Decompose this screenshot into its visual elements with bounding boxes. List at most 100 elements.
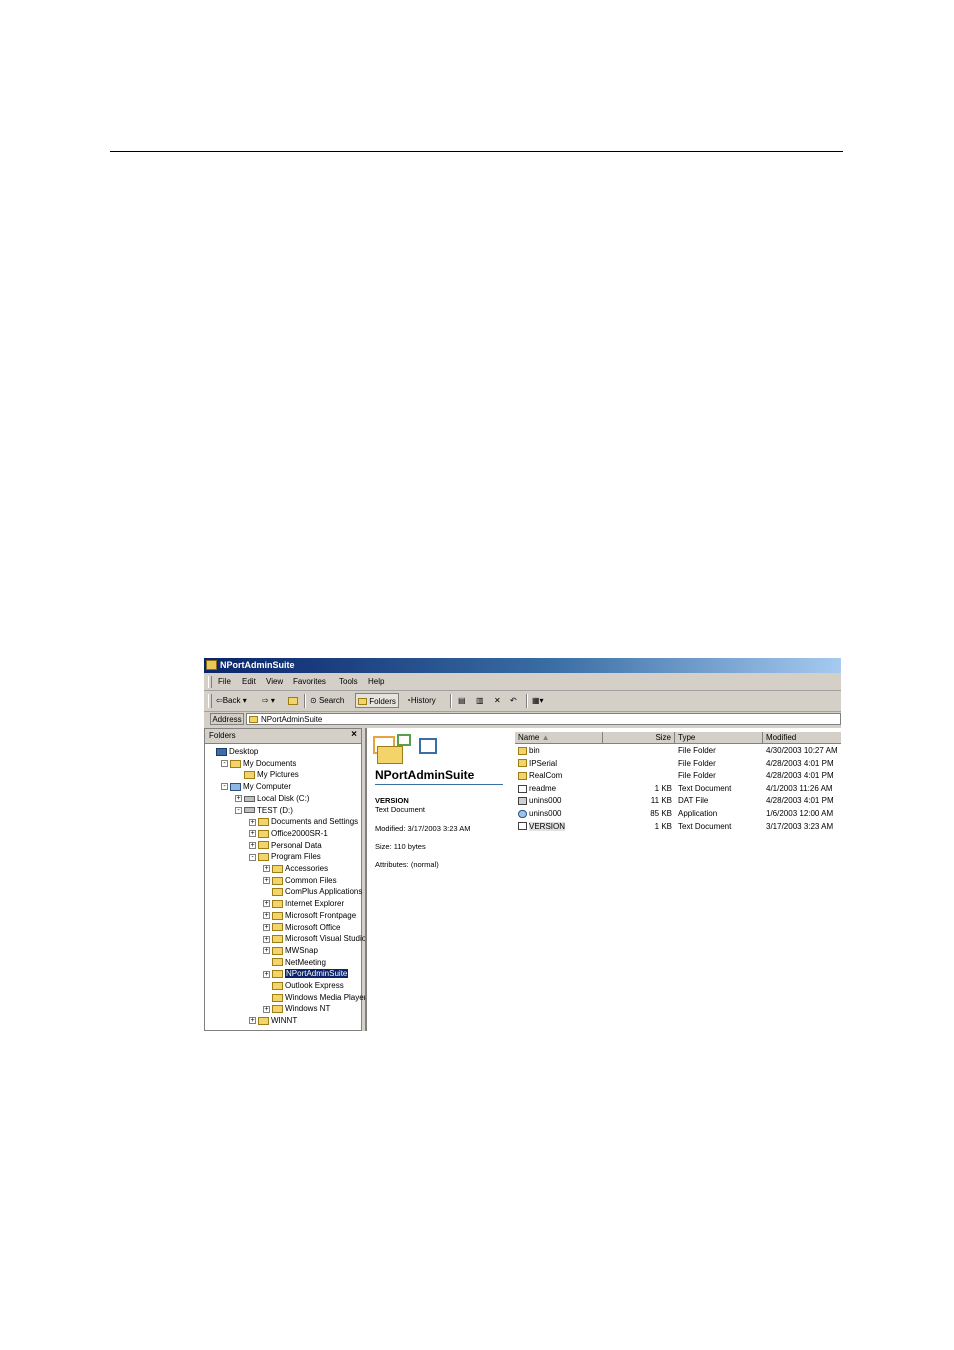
- tree-item[interactable]: ComPlus Applications: [263, 886, 362, 897]
- title-bar[interactable]: NPortAdminSuite: [204, 658, 841, 673]
- expand-icon[interactable]: +: [263, 970, 270, 978]
- column-header-modified[interactable]: Modified: [763, 732, 841, 744]
- expand-icon[interactable]: +: [263, 947, 270, 955]
- tree-item[interactable]: Outlook Express: [263, 980, 344, 991]
- tree-item[interactable]: + Personal Data: [249, 840, 322, 851]
- folder-icon: [518, 772, 527, 781]
- views-button[interactable]: ▦▾: [532, 695, 544, 707]
- collapse-icon[interactable]: -: [249, 853, 256, 861]
- tree-item[interactable]: + Microsoft Frontpage: [263, 910, 356, 921]
- expand-icon[interactable]: +: [249, 830, 256, 838]
- menu-view[interactable]: View: [266, 677, 283, 686]
- tree-item[interactable]: + NPortAdminSuite: [263, 968, 349, 979]
- tree-item-label: Windows Media Player: [285, 992, 367, 1002]
- file-row[interactable]: RealCom File Folder 4/28/2003 4:01 PM: [515, 770, 841, 782]
- toolbar-separator: [526, 694, 528, 708]
- menu-favorites[interactable]: Favorites: [293, 677, 326, 686]
- file-row[interactable]: IPSerial File Folder 4/28/2003 4:01 PM: [515, 758, 841, 770]
- tree-item[interactable]: + Windows NT: [263, 1003, 330, 1014]
- expand-icon[interactable]: +: [263, 877, 270, 885]
- expand-icon[interactable]: +: [263, 900, 270, 908]
- column-header-type[interactable]: Type: [675, 732, 763, 744]
- search-button[interactable]: ⊙ Search: [310, 695, 344, 707]
- file-name-cell: RealCom: [518, 770, 562, 782]
- move-to-button[interactable]: ▤: [458, 695, 466, 707]
- file-name: bin: [529, 746, 540, 755]
- expand-icon[interactable]: +: [263, 923, 270, 931]
- tree-item[interactable]: + WINNT: [249, 1015, 297, 1026]
- tree-item[interactable]: + Local Disk (C:): [235, 793, 309, 804]
- tree-item-label: NPortAdminSuite: [285, 969, 349, 979]
- tree-item[interactable]: + Common Files: [263, 875, 337, 886]
- menu-file[interactable]: File: [218, 677, 231, 686]
- tree-item[interactable]: Windows Media Player: [263, 992, 366, 1003]
- selected-file-attributes: Attributes: (normal): [375, 860, 439, 869]
- file-type: File Folder: [678, 746, 716, 755]
- tree-item[interactable]: - My Computer: [221, 781, 291, 792]
- folder-icon: [272, 993, 283, 1002]
- menu-grip[interactable]: [208, 676, 212, 688]
- file-modified: 1/6/2003 12:00 AM: [766, 809, 834, 818]
- folder-icon: [272, 1005, 283, 1014]
- expand-icon[interactable]: +: [249, 818, 256, 826]
- delete-icon: ✕: [494, 696, 501, 705]
- address-input[interactable]: NPortAdminSuite: [246, 713, 841, 725]
- folders-button[interactable]: Folders: [355, 693, 399, 708]
- folders-icon: [358, 698, 367, 706]
- file-size: 85 KB: [650, 809, 672, 818]
- forward-button[interactable]: ⇨ ▾: [262, 695, 275, 707]
- file-row[interactable]: readme 1 KB Text Document 4/1/2003 11:26 AM: [515, 783, 841, 795]
- file-row[interactable]: VERSION 1 KB Text Document 3/17/2003 3:23 A…: [515, 821, 841, 833]
- tree-item-label: ComPlus Applications: [285, 887, 363, 897]
- file-row[interactable]: bin File Folder 4/30/2003 10:27 AM: [515, 745, 841, 757]
- tree-item[interactable]: + Accessories: [263, 863, 328, 874]
- collapse-icon[interactable]: -: [235, 806, 242, 814]
- back-button[interactable]: ⇦Back ▾: [216, 695, 247, 707]
- expand-icon[interactable]: +: [263, 912, 270, 920]
- expand-icon[interactable]: +: [249, 1017, 256, 1025]
- tree-item[interactable]: My Pictures: [235, 769, 299, 780]
- expand-icon[interactable]: +: [249, 841, 256, 849]
- file-row[interactable]: unins000 85 KB Application 1/6/2003 12:00 A…: [515, 808, 841, 820]
- copy-to-button[interactable]: ▥: [476, 695, 484, 707]
- file-type: DAT File: [678, 796, 709, 806]
- up-folder-button[interactable]: [288, 695, 298, 707]
- tree-item-label: Desktop: [229, 747, 259, 756]
- menu-edit[interactable]: Edit: [242, 677, 256, 686]
- file-row[interactable]: unins000 11 KB DAT File 4/28/2003 4:01 PM: [515, 795, 841, 807]
- tree-item[interactable]: NetMeeting: [263, 957, 326, 968]
- expand-icon[interactable]: +: [263, 935, 270, 943]
- menu-help[interactable]: Help: [368, 677, 384, 686]
- close-icon[interactable]: ×: [351, 729, 357, 740]
- column-header-size[interactable]: Size: [603, 732, 675, 744]
- tree-item[interactable]: + Office2000SR-1: [249, 828, 328, 839]
- views-icon: ▦▾: [532, 696, 544, 705]
- folder-icon: [272, 970, 283, 979]
- tree-item[interactable]: - Program Files: [249, 851, 321, 862]
- tree-item[interactable]: Desktop: [207, 746, 258, 757]
- collapse-icon[interactable]: -: [221, 783, 228, 791]
- tree-item[interactable]: + Internet Explorer: [263, 898, 344, 909]
- tree-item[interactable]: - My Documents: [221, 758, 296, 769]
- tree-item[interactable]: - TEST (D:): [235, 805, 293, 816]
- tree-item-label: Microsoft Frontpage: [285, 910, 357, 920]
- expand-icon[interactable]: +: [263, 865, 270, 873]
- column-header-name[interactable]: Name ▲: [515, 732, 603, 744]
- expand-icon[interactable]: +: [263, 1005, 270, 1013]
- menu-tools[interactable]: Tools: [339, 677, 358, 686]
- delete-button[interactable]: ✕: [494, 695, 501, 707]
- file-modified: 4/28/2003 4:01 PM: [766, 771, 834, 781]
- history-button[interactable]: ◔History: [406, 695, 436, 707]
- expand-icon[interactable]: +: [235, 795, 242, 803]
- tree-item[interactable]: + Microsoft Visual Studio: [263, 933, 366, 944]
- toolbar-grip[interactable]: [208, 694, 212, 708]
- file-name-cell: VERSION: [518, 821, 566, 833]
- tree-item[interactable]: + Microsoft Office: [263, 922, 340, 933]
- undo-button[interactable]: ↶: [510, 695, 517, 707]
- tree-item[interactable]: + MWSnap: [263, 945, 318, 956]
- file-name-cell: IPSerial: [518, 758, 557, 770]
- tree-item-label: Outlook Express: [285, 981, 344, 990]
- file-name: VERSION: [529, 821, 566, 831]
- collapse-icon[interactable]: -: [221, 760, 228, 768]
- tree-item[interactable]: + Documents and Settings: [249, 816, 358, 827]
